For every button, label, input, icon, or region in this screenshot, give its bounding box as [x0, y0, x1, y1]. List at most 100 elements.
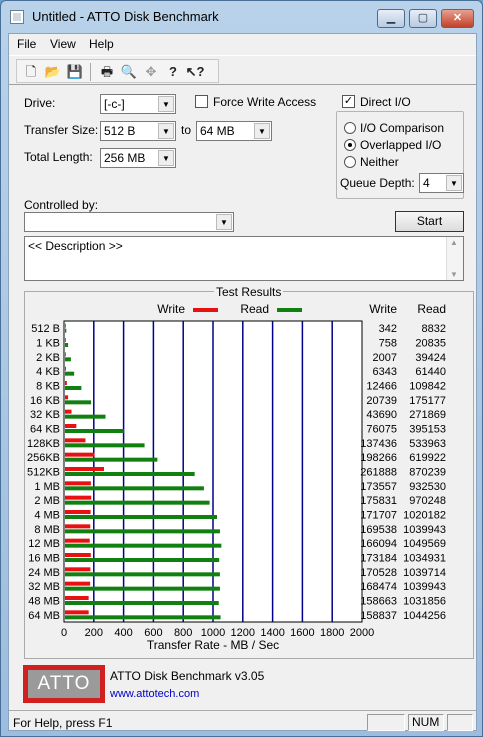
read-bar — [65, 386, 82, 390]
write-value: 261888 — [360, 467, 397, 479]
write-bar — [65, 553, 91, 557]
menu-help[interactable]: Help — [89, 37, 114, 51]
y-category-label: 8 MB — [34, 524, 60, 536]
read-value: 1039714 — [403, 567, 446, 579]
write-bar — [65, 610, 89, 615]
start-button[interactable]: Start — [395, 211, 464, 232]
move-icon[interactable]: ✥ — [140, 63, 162, 81]
read-value: 1020182 — [403, 510, 446, 522]
open-icon[interactable]: 📂 — [42, 63, 64, 81]
scroll-up-icon[interactable]: ▲ — [450, 238, 458, 247]
window-title: Untitled - ATTO Disk Benchmark — [32, 9, 219, 24]
read-bar — [65, 558, 220, 562]
minimize-button[interactable]: ▁ — [377, 9, 405, 28]
chevron-down-icon[interactable]: ▼ — [158, 123, 174, 139]
transfer-to-select[interactable]: 64 MB ▼ — [196, 121, 272, 141]
close-button[interactable]: ✕ — [441, 9, 474, 28]
y-category-label: 32 MB — [28, 581, 60, 593]
overlapped-io-radio[interactable] — [344, 139, 356, 151]
description-field[interactable]: << Description >> ▲ ▼ — [24, 236, 464, 281]
context-help-icon[interactable]: ↖? — [184, 63, 206, 81]
y-category-label: 256KB — [27, 452, 60, 464]
read-value: 1049569 — [403, 538, 446, 550]
read-value: 109842 — [409, 381, 446, 393]
read-value: 20835 — [415, 338, 446, 350]
version-text: ATTO Disk Benchmark v3.05 — [110, 669, 265, 683]
io-comparison-radio[interactable] — [344, 122, 356, 134]
write-bar — [65, 567, 91, 572]
read-value: 870239 — [409, 467, 446, 479]
read-bar — [65, 472, 195, 476]
y-category-label: 128KB — [27, 438, 60, 450]
read-bar — [65, 429, 124, 433]
read-bar — [65, 543, 222, 548]
queue-depth-label: Queue Depth: — [340, 176, 415, 190]
write-bar — [65, 366, 66, 371]
drive-label: Drive: — [24, 96, 56, 110]
write-value: 158663 — [360, 596, 397, 608]
print-icon[interactable]: 🖶 — [96, 63, 118, 81]
maximize-button[interactable]: ▢ — [409, 9, 437, 28]
read-bar — [65, 414, 106, 419]
menu-view[interactable]: View — [50, 37, 76, 51]
transfer-from-select[interactable]: 512 B ▼ — [100, 121, 176, 141]
read-bar — [65, 601, 219, 605]
menu-file[interactable]: File — [17, 37, 36, 51]
total-length-label: Total Length: — [24, 150, 93, 164]
read-value: 1039943 — [403, 524, 446, 536]
write-bar — [65, 352, 66, 357]
chevron-down-icon[interactable]: ▼ — [216, 214, 232, 230]
read-value: 1039943 — [403, 581, 446, 593]
status-pane-empty — [447, 714, 473, 731]
y-category-label: 1 KB — [36, 338, 60, 350]
y-category-label: 48 MB — [28, 596, 60, 608]
chevron-down-icon[interactable]: ▼ — [446, 175, 462, 191]
num-lock-indicator: NUM — [408, 714, 444, 731]
write-value: 173557 — [360, 481, 397, 493]
save-icon[interactable]: 💾 — [64, 63, 86, 81]
direct-io-label: Direct I/O — [360, 95, 411, 109]
status-text: For Help, press F1 — [13, 716, 113, 730]
description-scrollbar[interactable]: ▲ ▼ — [446, 237, 463, 280]
controlled-by-select[interactable]: ▼ — [24, 212, 234, 232]
title-bar[interactable]: Untitled - ATTO Disk Benchmark ▁ ▢ ✕ — [1, 1, 482, 33]
atto-logo: ATTO — [23, 665, 105, 703]
app-icon[interactable] — [10, 10, 24, 24]
total-length-select[interactable]: 256 MB ▼ — [100, 148, 176, 168]
force-write-checkbox[interactable] — [195, 95, 208, 108]
queue-depth-select[interactable]: 4 ▼ — [419, 173, 464, 193]
neither-radio[interactable] — [344, 156, 356, 168]
y-category-label: 8 KB — [36, 381, 60, 393]
new-icon[interactable]: 🗋 — [20, 63, 42, 81]
write-value: 175831 — [360, 495, 397, 507]
read-bar — [65, 357, 71, 362]
read-value: 8832 — [422, 323, 446, 335]
scroll-down-icon[interactable]: ▼ — [450, 270, 458, 279]
direct-io-checkbox[interactable]: ✓ — [342, 95, 355, 108]
website-link[interactable]: www.attotech.com — [110, 688, 199, 700]
help-icon[interactable]: ? — [162, 63, 184, 81]
app-window: Untitled - ATTO Disk Benchmark ▁ ▢ ✕ Fil… — [0, 0, 483, 737]
io-comparison-label: I/O Comparison — [360, 121, 445, 135]
write-bar — [65, 510, 91, 514]
read-value: 619922 — [409, 452, 446, 464]
drive-select[interactable]: [-c-] ▼ — [100, 94, 176, 114]
transfer-to-value: 64 MB — [200, 124, 235, 138]
chevron-down-icon[interactable]: ▼ — [158, 150, 174, 166]
toolbar-group: 🗋 📂 💾 🖶 🔍 ✥ ? ↖? — [16, 59, 219, 83]
read-value: 533963 — [409, 438, 446, 450]
print-preview-icon[interactable]: 🔍 — [118, 63, 140, 81]
y-category-label: 4 MB — [34, 510, 60, 522]
write-value: 12466 — [366, 381, 397, 393]
read-value: 271869 — [409, 409, 446, 421]
results-chart: 0 200 400 600 800 1000 1200 1400 1600 1800 2000Tra… — [27, 302, 446, 652]
read-value: 932530 — [409, 481, 446, 493]
transfer-from-value: 512 B — [104, 124, 136, 138]
chevron-down-icon[interactable]: ▼ — [254, 123, 270, 139]
chevron-down-icon[interactable]: ▼ — [158, 96, 174, 112]
y-category-label: 64 MB — [28, 610, 60, 622]
write-bar — [65, 467, 105, 471]
read-bar — [65, 486, 204, 491]
write-value: 158837 — [360, 610, 397, 622]
x-tick-label: 0 — [61, 627, 67, 639]
